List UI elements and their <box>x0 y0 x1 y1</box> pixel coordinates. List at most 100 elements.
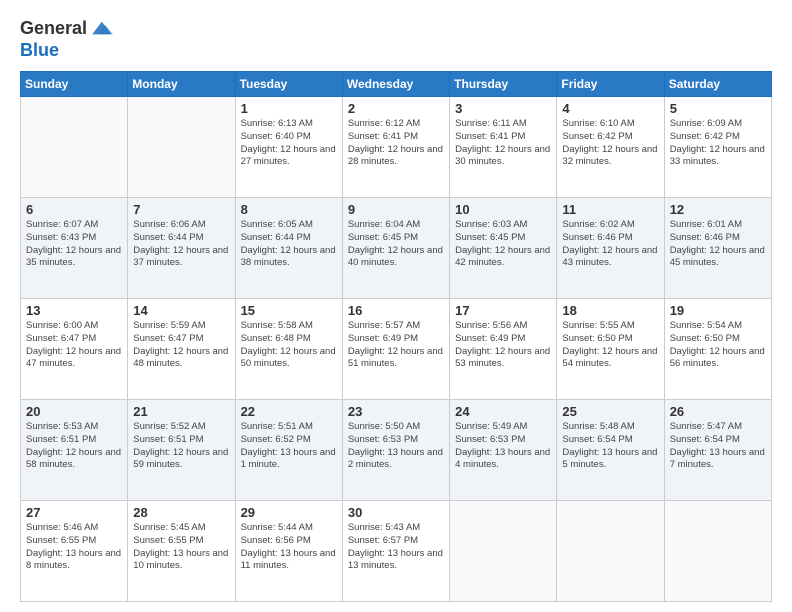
col-header-thursday: Thursday <box>450 72 557 97</box>
day-number: 24 <box>455 404 551 419</box>
logo-general-text: General <box>20 18 87 39</box>
calendar-week-row: 13Sunrise: 6:00 AM Sunset: 6:47 PM Dayli… <box>21 299 772 400</box>
calendar-cell: 26Sunrise: 5:47 AM Sunset: 6:54 PM Dayli… <box>664 400 771 501</box>
calendar-cell: 1Sunrise: 6:13 AM Sunset: 6:40 PM Daylig… <box>235 97 342 198</box>
day-number: 23 <box>348 404 444 419</box>
calendar-cell: 22 Sunrise: 5:51 AM Sunset: 6:52 PM Dayli… <box>235 400 342 501</box>
day-number: 13 <box>26 303 122 318</box>
calendar-cell: 29 Sunrise: 5:44 AM Sunset: 6:56 PM Dayli… <box>235 501 342 602</box>
calendar-cell <box>664 501 771 602</box>
day-number: 26 <box>670 404 766 419</box>
day-info: Sunrise: 5:56 AM Sunset: 6:49 PM Dayligh… <box>455 320 551 371</box>
calendar-week-row: 1Sunrise: 6:13 AM Sunset: 6:40 PM Daylig… <box>21 97 772 198</box>
logo-icon <box>89 16 113 40</box>
calendar-cell: 4 Sunrise: 6:10 AM Sunset: 6:42 PM Daylig… <box>557 97 664 198</box>
calendar-cell: 16Sunrise: 5:57 AM Sunset: 6:49 PM Dayli… <box>342 299 449 400</box>
calendar-cell: 17 Sunrise: 5:56 AM Sunset: 6:49 PM Dayli… <box>450 299 557 400</box>
day-info: Sunrise: 5:54 AM Sunset: 6:50 PM Dayligh… <box>670 320 766 371</box>
day-number: 5 <box>670 101 766 116</box>
calendar-cell: 21Sunrise: 5:52 AM Sunset: 6:51 PM Dayli… <box>128 400 235 501</box>
calendar-cell: 23 Sunrise: 5:50 AM Sunset: 6:53 PM Dayli… <box>342 400 449 501</box>
day-info: Sunrise: 6:07 AM Sunset: 6:43 PM Dayligh… <box>26 219 122 270</box>
day-number: 30 <box>348 505 444 520</box>
day-info: Sunrise: 5:46 AM Sunset: 6:55 PM Dayligh… <box>26 522 122 573</box>
day-info: Sunrise: 5:44 AM Sunset: 6:56 PM Dayligh… <box>241 522 337 573</box>
day-info: Sunrise: 5:58 AM Sunset: 6:48 PM Dayligh… <box>241 320 337 371</box>
day-number: 11 <box>562 202 658 217</box>
day-number: 3 <box>455 101 551 116</box>
calendar-cell <box>557 501 664 602</box>
day-number: 19 <box>670 303 766 318</box>
day-number: 7 <box>133 202 229 217</box>
calendar-cell: 2 Sunrise: 6:12 AM Sunset: 6:41 PM Daylig… <box>342 97 449 198</box>
calendar-cell: 11 Sunrise: 6:02 AM Sunset: 6:46 PM Dayli… <box>557 198 664 299</box>
calendar-cell: 30 Sunrise: 5:43 AM Sunset: 6:57 PM Dayli… <box>342 501 449 602</box>
calendar-cell <box>128 97 235 198</box>
calendar-cell: 28 Sunrise: 5:45 AM Sunset: 6:55 PM Dayli… <box>128 501 235 602</box>
col-header-saturday: Saturday <box>664 72 771 97</box>
day-info: Sunrise: 5:52 AM Sunset: 6:51 PM Dayligh… <box>133 421 229 472</box>
day-number: 17 <box>455 303 551 318</box>
day-info: Sunrise: 6:01 AM Sunset: 6:46 PM Dayligh… <box>670 219 766 270</box>
calendar-cell: 7 Sunrise: 6:06 AM Sunset: 6:44 PM Daylig… <box>128 198 235 299</box>
logo-blue-text: Blue <box>20 40 59 60</box>
calendar-header-row: SundayMondayTuesdayWednesdayThursdayFrid… <box>21 72 772 97</box>
col-header-friday: Friday <box>557 72 664 97</box>
day-number: 12 <box>670 202 766 217</box>
header: General Blue <box>20 16 772 61</box>
calendar-cell: 18Sunrise: 5:55 AM Sunset: 6:50 PM Dayli… <box>557 299 664 400</box>
col-header-tuesday: Tuesday <box>235 72 342 97</box>
day-info: Sunrise: 6:03 AM Sunset: 6:45 PM Dayligh… <box>455 219 551 270</box>
day-number: 9 <box>348 202 444 217</box>
calendar-cell: 20 Sunrise: 5:53 AM Sunset: 6:51 PM Dayli… <box>21 400 128 501</box>
day-info: Sunrise: 6:11 AM Sunset: 6:41 PM Dayligh… <box>455 118 551 169</box>
day-info: Sunrise: 5:57 AM Sunset: 6:49 PM Dayligh… <box>348 320 444 371</box>
day-info: Sunrise: 5:50 AM Sunset: 6:53 PM Dayligh… <box>348 421 444 472</box>
day-number: 27 <box>26 505 122 520</box>
day-info: Sunrise: 5:43 AM Sunset: 6:57 PM Dayligh… <box>348 522 444 573</box>
calendar-cell: 14Sunrise: 5:59 AM Sunset: 6:47 PM Dayli… <box>128 299 235 400</box>
day-number: 10 <box>455 202 551 217</box>
day-number: 2 <box>348 101 444 116</box>
day-number: 29 <box>241 505 337 520</box>
calendar-cell: 24 Sunrise: 5:49 AM Sunset: 6:53 PM Dayli… <box>450 400 557 501</box>
day-number: 28 <box>133 505 229 520</box>
calendar-cell: 27 Sunrise: 5:46 AM Sunset: 6:55 PM Dayli… <box>21 501 128 602</box>
day-number: 20 <box>26 404 122 419</box>
day-info: Sunrise: 6:06 AM Sunset: 6:44 PM Dayligh… <box>133 219 229 270</box>
calendar-cell: 25 Sunrise: 5:48 AM Sunset: 6:54 PM Dayli… <box>557 400 664 501</box>
day-info: Sunrise: 6:02 AM Sunset: 6:46 PM Dayligh… <box>562 219 658 270</box>
day-number: 14 <box>133 303 229 318</box>
day-info: Sunrise: 5:51 AM Sunset: 6:52 PM Dayligh… <box>241 421 337 472</box>
calendar-cell: 12 Sunrise: 6:01 AM Sunset: 6:46 PM Dayli… <box>664 198 771 299</box>
day-info: Sunrise: 5:48 AM Sunset: 6:54 PM Dayligh… <box>562 421 658 472</box>
day-number: 22 <box>241 404 337 419</box>
calendar-cell: 6 Sunrise: 6:07 AM Sunset: 6:43 PM Daylig… <box>21 198 128 299</box>
day-info: Sunrise: 5:49 AM Sunset: 6:53 PM Dayligh… <box>455 421 551 472</box>
calendar-cell: 8 Sunrise: 6:05 AM Sunset: 6:44 PM Daylig… <box>235 198 342 299</box>
calendar-cell: 10 Sunrise: 6:03 AM Sunset: 6:45 PM Dayli… <box>450 198 557 299</box>
calendar-cell: 15 Sunrise: 5:58 AM Sunset: 6:48 PM Dayli… <box>235 299 342 400</box>
day-info: Sunrise: 6:10 AM Sunset: 6:42 PM Dayligh… <box>562 118 658 169</box>
day-number: 8 <box>241 202 337 217</box>
day-number: 25 <box>562 404 658 419</box>
day-info: Sunrise: 5:55 AM Sunset: 6:50 PM Dayligh… <box>562 320 658 371</box>
day-info: Sunrise: 5:45 AM Sunset: 6:55 PM Dayligh… <box>133 522 229 573</box>
calendar-week-row: 6 Sunrise: 6:07 AM Sunset: 6:43 PM Daylig… <box>21 198 772 299</box>
day-number: 4 <box>562 101 658 116</box>
col-header-sunday: Sunday <box>21 72 128 97</box>
col-header-wednesday: Wednesday <box>342 72 449 97</box>
day-info: Sunrise: 5:53 AM Sunset: 6:51 PM Dayligh… <box>26 421 122 472</box>
calendar-cell <box>450 501 557 602</box>
logo: General Blue <box>20 16 113 61</box>
calendar-cell <box>21 97 128 198</box>
day-info: Sunrise: 6:05 AM Sunset: 6:44 PM Dayligh… <box>241 219 337 270</box>
calendar-table: SundayMondayTuesdayWednesdayThursdayFrid… <box>20 71 772 602</box>
day-info: Sunrise: 6:09 AM Sunset: 6:42 PM Dayligh… <box>670 118 766 169</box>
calendar-cell: 19 Sunrise: 5:54 AM Sunset: 6:50 PM Dayli… <box>664 299 771 400</box>
day-number: 6 <box>26 202 122 217</box>
day-number: 15 <box>241 303 337 318</box>
day-info: Sunrise: 6:12 AM Sunset: 6:41 PM Dayligh… <box>348 118 444 169</box>
calendar-week-row: 27 Sunrise: 5:46 AM Sunset: 6:55 PM Dayli… <box>21 501 772 602</box>
page: General Blue SundayMondayTuesdayWednesda… <box>0 0 792 612</box>
